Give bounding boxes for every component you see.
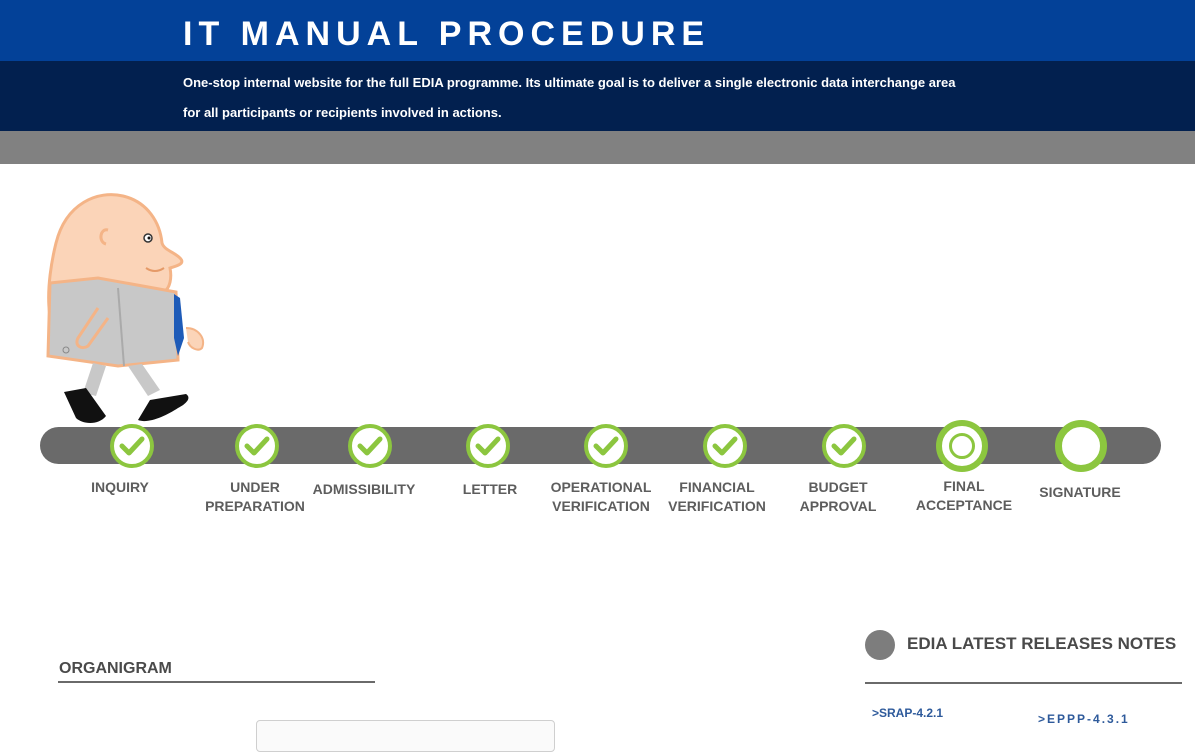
step-label-budget: BUDGET APPROVAL bbox=[799, 479, 877, 514]
tagline-line-2: for all participants or recipients invol… bbox=[183, 105, 502, 120]
release-link-srap[interactable]: >SRAP-4.2.1 bbox=[872, 706, 943, 720]
step-budget-check-icon[interactable] bbox=[822, 424, 866, 468]
organigram-divider bbox=[58, 681, 375, 683]
releases-divider bbox=[865, 682, 1182, 684]
step-label-signature: SIGNATURE bbox=[1039, 484, 1121, 500]
organigram-heading: ORGANIGRAM bbox=[59, 660, 172, 677]
step-operational-check-icon[interactable] bbox=[584, 424, 628, 468]
step-final-status-icon[interactable] bbox=[936, 420, 988, 472]
step-label-admissibility: ADMISSIBILITY bbox=[312, 481, 416, 497]
walking-businessman-mascot-icon bbox=[46, 193, 204, 423]
step-under-check-icon[interactable] bbox=[235, 424, 279, 468]
step-letter-check-icon[interactable] bbox=[466, 424, 510, 468]
step-financial-check-icon[interactable] bbox=[703, 424, 747, 468]
nav-band bbox=[0, 131, 1195, 164]
organigram-panel[interactable] bbox=[256, 720, 555, 752]
step-signature-status-icon[interactable] bbox=[1055, 420, 1107, 472]
header-subbanner bbox=[0, 61, 1195, 131]
releases-bullet-icon bbox=[865, 630, 895, 660]
page-title: IT MANUAL PROCEDURE bbox=[183, 15, 711, 53]
step-inquiry-check-icon[interactable] bbox=[110, 424, 154, 468]
step-label-operational: OPERATIONAL VERIFICATION bbox=[550, 479, 652, 514]
tagline-line-1: One-stop internal website for the full E… bbox=[183, 75, 956, 90]
step-label-inquiry: INQUIRY bbox=[91, 479, 149, 495]
releases-heading: EDIA LATEST RELEASES NOTES bbox=[907, 634, 1177, 653]
step-admissibility-check-icon[interactable] bbox=[348, 424, 392, 468]
step-label-financial: FINANCIAL VERIFICATION bbox=[668, 479, 766, 514]
release-link-eppp[interactable]: >EPPP-4.3.1 bbox=[1038, 712, 1130, 726]
step-label-final: FINAL ACCEPTANCE bbox=[915, 478, 1013, 513]
